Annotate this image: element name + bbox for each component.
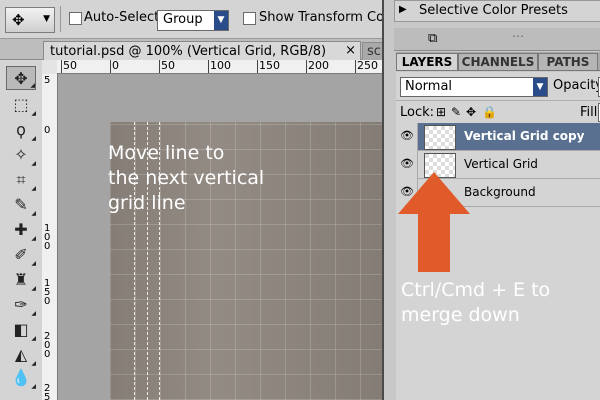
opacity-label: Opacity: [553, 78, 600, 93]
horizontal-ruler[interactable]: 50 0 50 100 150 200 250 [57, 60, 382, 74]
ruler-label: 200 [308, 60, 329, 72]
blend-mode-row: Normal ▼ Opacity: [396, 72, 600, 100]
tab-tutorial[interactable]: tutorial.psd @ 100% (Vertical Grid, RGB/… [43, 41, 361, 60]
tab-paths[interactable]: PATHS [538, 53, 598, 70]
eye-icon[interactable]: 👁 [400, 158, 414, 170]
magic-wand-icon[interactable]: ✧ ◢ [6, 143, 36, 167]
chevron-down-icon: ▼ [214, 11, 228, 30]
document-tab-bar: tutorial.psd @ 100% (Vertical Grid, RGB/… [0, 39, 384, 60]
ruler-label: 0 [112, 60, 119, 72]
tools-panel: ✥ ◢ ⬚ ◢ ϙ ◢ ✧ ◢ ⌗ ◢ ✎ ◢ ✚ ◢ ✐ ◢ ♜ ◢ ✑ ◢ ◧ ◢ ◭ ◢ 💧 ◢ [0, 60, 43, 400]
tab-title: tutorial.psd @ 100% (Vertical Grid, RGB/… [50, 44, 327, 59]
ruler-label: 2 0 0 [44, 331, 51, 360]
blend-mode-value: Normal [405, 79, 453, 94]
adjustments-icon[interactable]: ⧉ [428, 31, 437, 46]
ruler-label: 250 [357, 60, 378, 72]
close-icon[interactable]: × [345, 43, 356, 58]
eyedropper-icon[interactable]: ✎ ◢ [6, 193, 36, 217]
visibility-cell: 👁 [396, 123, 418, 151]
lock-label: Lock: [400, 105, 435, 120]
ruler-label: 1 5 0 [44, 278, 51, 307]
tab-title: sc [367, 44, 381, 59]
ruler-label: 5 [44, 75, 51, 86]
up-arrow-icon [398, 172, 470, 272]
auto-select-checkbox[interactable] [69, 12, 82, 25]
merge-annotation: Ctrl/Cmd + E to merge down [401, 279, 551, 326]
chevron-down-icon: ▼ [533, 78, 547, 96]
auto-select-label: Auto-Select: [84, 10, 164, 25]
ruler-label: 50 [161, 60, 175, 72]
ruler-label: 0 [44, 125, 51, 136]
layers-panel-tabs: LAYERS CHANNELS PATHS [396, 52, 600, 71]
ruler-label: 50 [63, 60, 77, 72]
ruler-origin[interactable] [42, 60, 58, 75]
canvas-annotation: Move line to the next vertical grid line [108, 142, 265, 214]
auto-select-value: Group [163, 12, 203, 27]
eraser-icon[interactable]: ◧ ◢ [6, 318, 36, 342]
tab-next-document[interactable]: sc [362, 42, 384, 60]
chevron-down-icon: ▼ [43, 14, 50, 24]
layer-name: Vertical Grid [464, 157, 538, 171]
lock-row: Lock: ⊞ ✎ ✥ 🔒 Fill: [396, 100, 600, 123]
tab-channels[interactable]: CHANNELS [458, 53, 538, 70]
arrow-shape [398, 172, 470, 272]
ruler-label: 1 0 0 [44, 223, 51, 252]
panel-grip-icon[interactable]: ⋯ [512, 29, 524, 43]
show-transform-checkbox[interactable] [243, 12, 256, 25]
auto-select-dropdown[interactable]: Group ▼ [157, 10, 229, 31]
vertical-ruler[interactable]: 5 0 1 0 0 1 5 0 2 0 0 2 5 0 [42, 74, 58, 400]
canvas-workspace[interactable] [58, 74, 382, 400]
crop-tool-icon[interactable]: ⌗ ◢ [6, 168, 36, 192]
tool-preset-picker[interactable]: ✥ ▼ [5, 7, 55, 33]
selective-color-presets-item[interactable]: ▶ Selective Color Presets [394, 0, 600, 22]
paint-bucket-icon[interactable]: ◭ ◢ [6, 343, 36, 367]
clone-stamp-icon[interactable]: ♜ ◢ [6, 268, 36, 292]
move-tool-icon: ✥ [12, 11, 25, 29]
lock-pixels-icon[interactable]: ✎ [451, 105, 461, 119]
brush-tool-icon[interactable]: ✐ ◢ [6, 243, 36, 267]
panel-icon-bar: ⧉ ⋯ [394, 28, 600, 51]
ruler-label: 150 [259, 60, 280, 72]
layer-thumbnail [424, 125, 456, 150]
lock-transparency-icon[interactable]: ⊞ [436, 105, 446, 119]
blur-tool-icon[interactable]: 💧 ◢ [6, 366, 36, 390]
layer-row-vertical-grid-copy[interactable]: 👁 Vertical Grid copy [396, 123, 600, 151]
fill-label: Fill: [580, 105, 600, 120]
tab-layers[interactable]: LAYERS [396, 53, 458, 70]
options-bar: ✥ ▼ Auto-Select: Group ▼ Show Transform … [0, 0, 403, 39]
ruler-label: 100 [210, 60, 231, 72]
healing-brush-icon[interactable]: ✚ ◢ [6, 218, 36, 242]
expand-chevron-icon: ▶ [399, 4, 407, 15]
history-brush-icon[interactable]: ✑ ◢ [6, 293, 36, 317]
lock-all-icon[interactable]: 🔒 [482, 105, 497, 119]
ruler-label: 2 5 0 [44, 383, 51, 400]
layer-name: Vertical Grid copy [464, 129, 585, 143]
layer-name: Background [464, 185, 536, 199]
eye-icon[interactable]: 👁 [400, 130, 414, 142]
preset-label: Selective Color Presets [419, 3, 568, 18]
lasso-tool-icon[interactable]: ϙ ◢ [6, 118, 36, 142]
lock-position-icon[interactable]: ✥ [466, 105, 476, 119]
blend-mode-dropdown[interactable]: Normal ▼ [400, 77, 548, 97]
move-tool-icon[interactable]: ✥ ◢ [6, 66, 36, 90]
divider [60, 6, 61, 32]
marquee-tool-icon[interactable]: ⬚ ◢ [6, 93, 36, 117]
